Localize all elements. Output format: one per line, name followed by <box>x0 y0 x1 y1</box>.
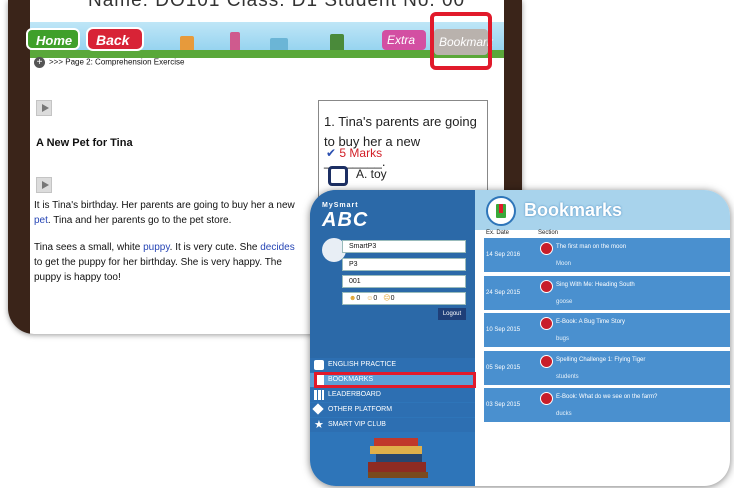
text-run: . Tina and her parents go to the pet sto… <box>47 215 232 226</box>
marks-label: ✔ 5 Marks <box>326 146 382 160</box>
apple-icon <box>540 280 553 293</box>
column-header-section: Section <box>538 230 559 236</box>
apple-icon <box>540 392 553 405</box>
text-run: to get the puppy for her birthday. She i… <box>34 257 282 283</box>
app-logo: MySmart ABC <box>322 202 368 232</box>
bookmarks-window: MySmart ABC SmartP3 P3 001 ☻0 ☺0 ☹0 Logo… <box>310 190 730 486</box>
menu-smart-vip-club[interactable]: ★ SMART VIP CLUB <box>310 418 475 432</box>
bookmark-row[interactable]: 03 Sep 2015 E-Book: What do we see on th… <box>484 388 730 422</box>
student-info-header: Name: DO101 Class: D1 Student No. 00 <box>88 0 466 11</box>
logout-button[interactable]: Logout <box>438 308 466 320</box>
bookmark-word: goose <box>556 299 573 305</box>
menu-label: SMART VIP CLUB <box>328 421 386 428</box>
bookmark-row[interactable]: 05 Sep 2015 Spelling Challenge 1: Flying… <box>484 351 730 385</box>
text-run: . It is very cute. She <box>169 242 261 253</box>
logo-small-text: MySmart <box>322 202 359 209</box>
bookmark-row[interactable]: 14 Sep 2016 The first man on the moon Mo… <box>484 238 730 272</box>
story-paragraph-1: It is Tina's birthday. Her parents are g… <box>34 198 304 228</box>
bookmark-button-highlight <box>430 12 492 70</box>
story-paragraph-2: Tina sees a small, white puppy. It is ve… <box>34 240 304 285</box>
menu-english-practice[interactable]: ENGLISH PRACTICE <box>310 358 475 372</box>
bookmark-section[interactable]: Sing With Me: Heading South <box>556 282 635 288</box>
vocab-link-decides[interactable]: decides <box>260 242 294 253</box>
menu-label: OTHER PLATFORM <box>328 406 393 413</box>
text-run: Tina sees a small, white <box>34 242 144 253</box>
vocab-link-puppy[interactable]: puppy <box>143 242 170 253</box>
bookmark-word: Moon <box>556 261 572 267</box>
emoji-counts: ☻0 ☺0 ☹0 <box>342 292 466 305</box>
text-run: It is Tina's birthday. Her parents are g… <box>34 200 295 211</box>
option-a-label[interactable]: A. toy <box>356 167 387 181</box>
breadcrumb-text: >>> Page 2: Comprehension Exercise <box>49 57 185 67</box>
menu-label: ENGLISH PRACTICE <box>328 361 397 368</box>
bookmark-row[interactable]: 10 Sep 2015 E-Book: A Bug Time Story bug… <box>484 313 730 347</box>
bookmark-word: students <box>556 374 579 380</box>
apple-icon <box>540 355 553 368</box>
logo-text: ABC <box>322 209 369 231</box>
vocab-link-pet[interactable]: pet <box>34 215 48 226</box>
count: 0 <box>373 295 378 302</box>
page-title: Bookmarks <box>524 200 623 220</box>
username-field: SmartP3 <box>342 240 466 253</box>
apple-icon <box>540 242 553 255</box>
books-illustration <box>368 438 428 478</box>
bar-chart-icon <box>314 390 324 400</box>
count: 0 <box>390 295 395 302</box>
marks-text: 5 Marks <box>339 146 383 160</box>
play-audio-icon[interactable] <box>36 100 52 116</box>
bookmark-word: bugs <box>556 336 570 342</box>
option-a-checkbox[interactable] <box>328 166 348 186</box>
bookmark-book-icon <box>486 196 516 226</box>
bookmark-date: 10 Sep 2015 <box>486 327 521 333</box>
plus-icon[interactable]: + <box>34 57 45 68</box>
bookmark-date: 05 Sep 2015 <box>486 365 521 371</box>
column-header-date: Ex. Date <box>486 230 510 236</box>
star-icon: ★ <box>314 419 324 431</box>
menu-label: LEADERBOARD <box>328 391 381 398</box>
bookmark-date: 24 Sep 2015 <box>486 290 521 296</box>
bookmarks-menu-highlight <box>314 372 476 388</box>
sad-face-icon: ☹ <box>383 295 391 302</box>
bookmark-row[interactable]: 24 Sep 2015 Sing With Me: Heading South … <box>484 276 730 310</box>
bookmark-date: 14 Sep 2016 <box>486 252 521 258</box>
home-button[interactable]: Home <box>26 28 80 50</box>
student-number-field: 001 <box>342 275 466 288</box>
back-button[interactable]: Back <box>86 27 144 51</box>
arrows-icon <box>312 403 324 415</box>
menu-leaderboard[interactable]: LEADERBOARD <box>310 388 475 402</box>
bookmark-section[interactable]: The first man on the moon <box>556 244 626 250</box>
bookmark-word: ducks <box>556 411 572 417</box>
pencil-check-icon: ✔ <box>326 146 337 160</box>
apple-icon <box>540 317 553 330</box>
bookmark-section[interactable]: Spelling Challenge 1: Flying Tiger <box>556 357 645 363</box>
breadcrumb: + >>> Page 2: Comprehension Exercise <box>34 57 184 68</box>
bookmark-section[interactable]: E-Book: A Bug Time Story <box>556 319 625 325</box>
bookmark-date: 03 Sep 2015 <box>486 402 521 408</box>
menu-other-platform[interactable]: OTHER PLATFORM <box>310 403 475 417</box>
bookmark-section[interactable]: E-Book: What do we see on the farm? <box>556 394 657 400</box>
class-field: P3 <box>342 258 466 271</box>
question-text: 1. Tina's parents are going to buy her a… <box>324 114 477 169</box>
extra-button[interactable]: Extra <box>382 30 426 50</box>
pencil-icon <box>314 360 324 370</box>
count: 0 <box>356 295 361 302</box>
play-audio-icon[interactable] <box>36 177 52 193</box>
story-title: A New Pet for Tina <box>36 137 133 149</box>
